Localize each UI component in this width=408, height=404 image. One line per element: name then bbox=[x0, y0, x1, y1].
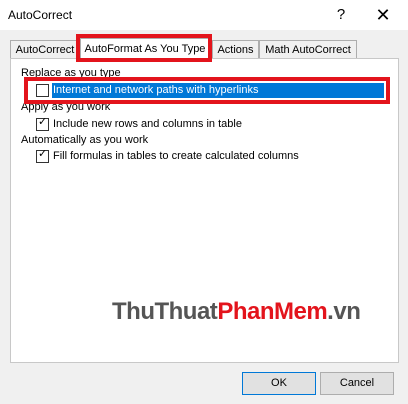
option-label: Include new rows and columns in table bbox=[53, 118, 242, 130]
checkbox-hyperlinks[interactable] bbox=[36, 84, 49, 97]
tab-label: Actions bbox=[217, 44, 254, 56]
check-icon: ✓ bbox=[38, 148, 48, 160]
help-button[interactable]: ? bbox=[332, 5, 350, 25]
checkbox-formulas[interactable]: ✓ bbox=[36, 148, 49, 163]
check-icon: ✓ bbox=[38, 116, 48, 128]
watermark-part: PhanMem bbox=[217, 298, 328, 325]
title-bar: AutoCorrect ? ✕ bbox=[0, 0, 408, 30]
close-button[interactable]: ✕ bbox=[372, 4, 394, 26]
watermark-part: ThuThuat bbox=[112, 298, 218, 325]
tab-autoformat-as-you-type[interactable]: AutoFormat As You Type bbox=[80, 38, 210, 60]
tab-autocorrect[interactable]: AutoCorrect bbox=[10, 40, 80, 59]
group-label-apply: Apply as you work bbox=[21, 101, 111, 113]
cancel-button[interactable]: Cancel bbox=[320, 372, 394, 395]
option-label: Internet and network paths with hyperlin… bbox=[53, 84, 259, 96]
option-label: Fill formulas in tables to create calcul… bbox=[53, 150, 299, 162]
tab-actions[interactable]: Actions bbox=[212, 40, 259, 59]
tab-label: AutoFormat As You Type bbox=[84, 43, 206, 55]
watermark-part: .vn bbox=[327, 298, 361, 325]
checkbox-rows-columns[interactable]: ✓ bbox=[36, 116, 49, 131]
watermark-logo: ThuThuatPhanMem.vn bbox=[112, 298, 361, 326]
tab-math-autocorrect[interactable]: Math AutoCorrect bbox=[259, 40, 357, 59]
group-label-auto: Automatically as you work bbox=[21, 134, 149, 146]
tab-label: Math AutoCorrect bbox=[265, 44, 351, 56]
tab-label: AutoCorrect bbox=[15, 44, 75, 56]
ok-button[interactable]: OK bbox=[242, 372, 316, 395]
group-label-replace: Replace as you type bbox=[21, 67, 121, 79]
window-title: AutoCorrect bbox=[8, 8, 73, 22]
